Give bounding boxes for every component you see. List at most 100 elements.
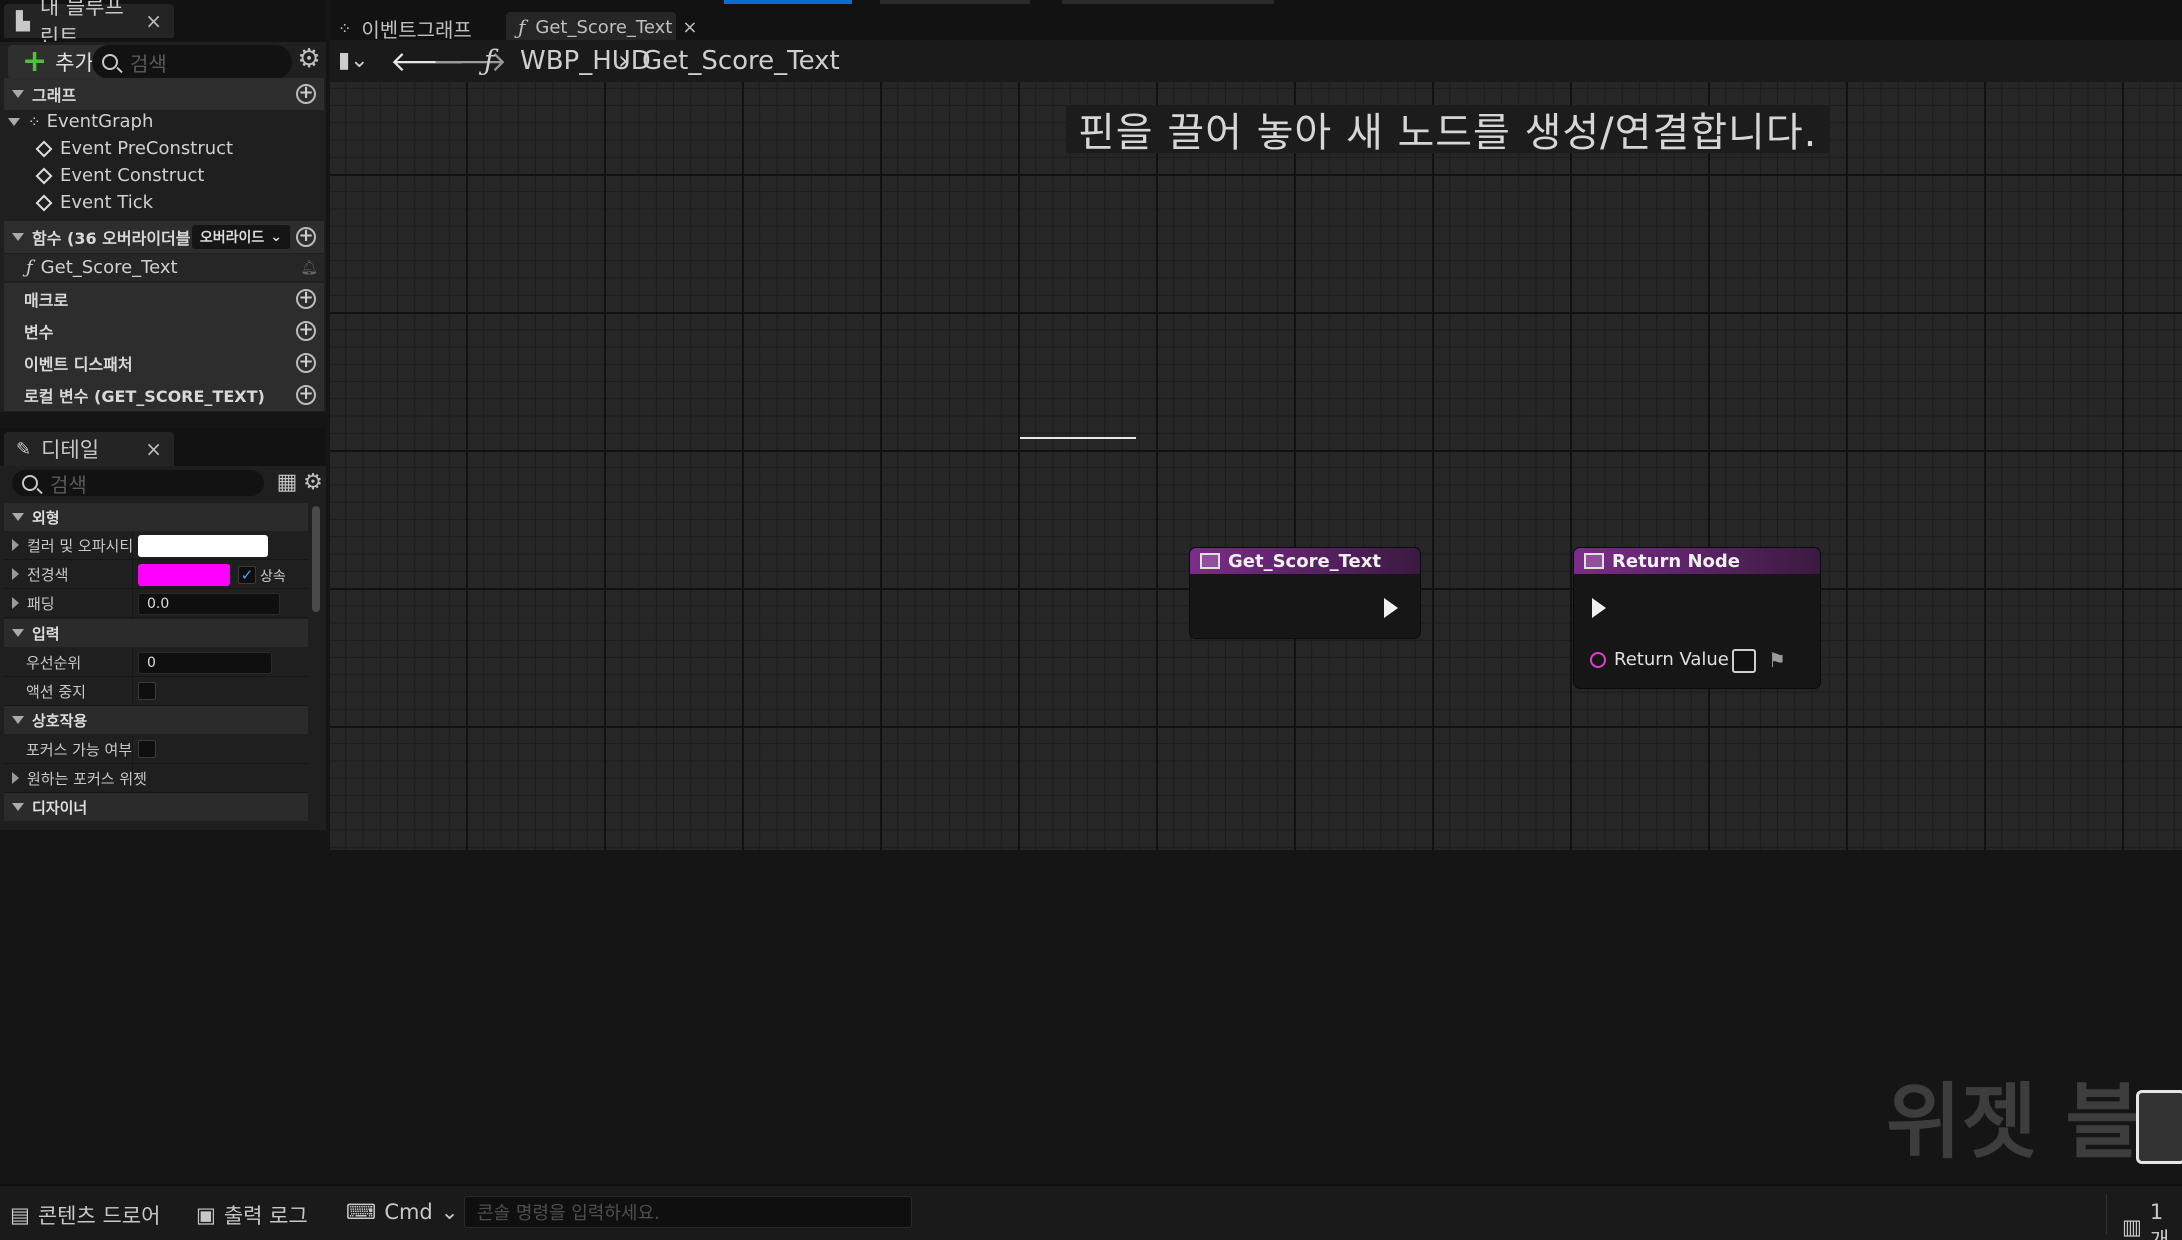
add-dispatcher-icon[interactable]: + xyxy=(296,353,316,373)
tab-details-label: 디테일 xyxy=(41,438,100,462)
node-header: Return Node xyxy=(1574,548,1820,574)
eventgraph-label: EventGraph xyxy=(46,111,154,132)
category-appearance-label: 외형 xyxy=(32,508,60,527)
chevron-down-icon xyxy=(12,716,24,724)
section-graph[interactable]: 그래프 + xyxy=(4,78,324,110)
top-button-gray[interactable] xyxy=(880,0,1030,4)
exec-in-pin[interactable] xyxy=(1592,598,1606,618)
function-icon: ƒ xyxy=(518,15,526,39)
color-opacity-swatch[interactable] xyxy=(138,535,268,557)
add-graph-icon[interactable]: + xyxy=(296,84,316,104)
blueprint-search-placeholder: 검색 xyxy=(130,51,167,76)
top-field[interactable] xyxy=(1062,0,1274,4)
tree-item-function[interactable]: ƒ Get_Score_Text 🔔︎ xyxy=(4,254,324,281)
category-input[interactable]: 입력 xyxy=(4,619,308,647)
prop-foreground-label: 전경색 xyxy=(27,565,69,584)
forward-arrow-icon[interactable]: 🡒 xyxy=(432,44,507,78)
override-dropdown[interactable]: 오버라이드 ⌄ xyxy=(191,225,290,249)
breadcrumb-root[interactable]: WBP_HUD xyxy=(520,46,651,76)
category-designer[interactable]: 디자이너 xyxy=(4,793,308,821)
source-control-status[interactable]: ▥ 1개 xyxy=(2122,1200,2182,1240)
source-control-label: 1개 xyxy=(2149,1200,2170,1240)
chevron-right-icon[interactable] xyxy=(12,539,19,551)
console-placeholder: 콘솔 명령을 입력하세요. xyxy=(477,1203,660,1224)
details-search-input[interactable]: 검색 xyxy=(12,470,264,497)
return-value-pin[interactable] xyxy=(1590,652,1606,668)
content-drawer-button[interactable]: ▤ 콘텐츠 드로어 xyxy=(10,1200,160,1230)
status-bar: ▤ 콘텐츠 드로어 ▣ 출력 로그 ⌨ Cmd ⌄ 콘솔 명령을 입력하세요. … xyxy=(0,1184,2182,1240)
tab-event-graph[interactable]: ⁘ 이벤트그래프 xyxy=(338,14,472,42)
details-splitter[interactable] xyxy=(132,648,133,706)
section-local-vars[interactable]: 로컬 변수 (GET_SCORE_TEXT) + xyxy=(4,379,324,411)
prop-desired-focus: 원하는 포커스 위젯 xyxy=(4,764,308,793)
node-header: Get_Score_Text xyxy=(1190,548,1420,574)
tab-get-score-text[interactable]: ƒ Get_Score_Text × xyxy=(506,12,697,42)
graph-watermark: 위젯 블 xyxy=(1886,1075,2141,1170)
event-label: Event Construct xyxy=(60,165,205,186)
section-dispatchers[interactable]: 이벤트 디스패처 + xyxy=(4,347,324,379)
function-entry-node[interactable]: Get_Score_Text xyxy=(1190,548,1420,638)
category-appearance[interactable]: 외형 xyxy=(4,503,308,531)
section-functions[interactable]: 함수 (36 오버라이더블) 오버라이드 ⌄ + xyxy=(4,221,324,253)
exec-out-pin[interactable] xyxy=(1384,598,1398,618)
add-variable-icon[interactable]: + xyxy=(296,321,316,341)
chevron-down-icon xyxy=(12,513,24,521)
section-variables[interactable]: 변수 + xyxy=(4,315,324,347)
gear-icon[interactable]: ⚙ xyxy=(296,46,322,72)
section-variables-label: 변수 xyxy=(24,323,54,342)
priority-input[interactable]: 0 xyxy=(138,652,272,674)
close-icon[interactable]: × xyxy=(145,9,162,33)
return-node-icon xyxy=(1584,553,1604,569)
close-icon[interactable]: × xyxy=(145,437,162,461)
plus-icon: + xyxy=(22,44,48,79)
event-icon xyxy=(35,167,53,184)
bookmark-icon[interactable]: ▮⌄ xyxy=(338,48,369,73)
event-icon xyxy=(35,140,53,157)
inherit-checkbox[interactable]: ✓ xyxy=(238,566,256,584)
exec-wire xyxy=(1020,437,1136,439)
cmd-dropdown[interactable]: ⌨ Cmd ⌄ xyxy=(346,1200,458,1224)
add-function-icon[interactable]: + xyxy=(296,227,316,247)
return-node[interactable]: Return Node Return Value ⚑ xyxy=(1574,548,1820,688)
stop-action-checkbox[interactable] xyxy=(138,682,156,700)
chevron-right-icon[interactable] xyxy=(12,597,19,609)
content-drawer-label: 콘텐츠 드로어 xyxy=(37,1204,161,1228)
focusable-checkbox[interactable] xyxy=(138,740,156,758)
gear-icon[interactable]: ⚙ xyxy=(300,470,326,496)
tree-item-event-construct[interactable]: Event Construct xyxy=(4,162,324,189)
tab-details[interactable]: ✎ 디테일 × xyxy=(4,432,174,466)
return-value-checkbox[interactable] xyxy=(1732,649,1756,673)
add-local-var-icon[interactable]: + xyxy=(296,385,316,405)
add-macro-icon[interactable]: + xyxy=(296,289,316,309)
book-icon: ▙ xyxy=(16,10,30,32)
chevron-down-icon: ⌄ xyxy=(440,1200,459,1224)
details-splitter[interactable] xyxy=(132,735,133,793)
tree-item-event-tick[interactable]: Event Tick xyxy=(4,189,324,216)
padding-input[interactable]: 0.0 xyxy=(138,593,280,615)
graph-canvas[interactable] xyxy=(330,40,2182,850)
close-icon[interactable]: × xyxy=(682,17,697,38)
flag-icon[interactable]: ⚑ xyxy=(1768,648,1786,672)
search-icon xyxy=(102,54,118,70)
chevron-right-icon[interactable] xyxy=(12,772,19,784)
console-input[interactable]: 콘솔 명령을 입력하세요. xyxy=(464,1196,912,1228)
save-icon[interactable] xyxy=(2136,1090,2182,1164)
top-button-blue[interactable] xyxy=(724,0,852,4)
category-interaction[interactable]: 상호작용 xyxy=(4,706,308,734)
blueprint-search-input[interactable]: 검색 xyxy=(92,45,292,79)
details-scrollbar[interactable] xyxy=(312,506,320,612)
event-label: Event PreConstruct xyxy=(60,138,234,159)
category-designer-label: 디자이너 xyxy=(32,798,88,817)
section-dispatchers-label: 이벤트 디스패처 xyxy=(24,355,133,374)
table-icon[interactable]: ▦ xyxy=(274,470,300,496)
tree-item-eventgraph[interactable]: ⁘ EventGraph xyxy=(4,108,324,135)
foreground-swatch[interactable] xyxy=(138,564,230,586)
tree-item-event-preconstruct[interactable]: Event PreConstruct xyxy=(4,135,324,162)
output-log-button[interactable]: ▣ 출력 로그 xyxy=(196,1200,308,1230)
tab-my-blueprint[interactable]: ▙ 내 블루프린트 × xyxy=(4,0,174,49)
chevron-right-icon[interactable] xyxy=(12,568,19,580)
section-macros[interactable]: 매크로 + xyxy=(4,283,324,315)
event-label: Event Tick xyxy=(60,192,154,213)
eventgraph-icon: ⁘ xyxy=(338,18,352,38)
details-splitter[interactable] xyxy=(132,531,133,619)
